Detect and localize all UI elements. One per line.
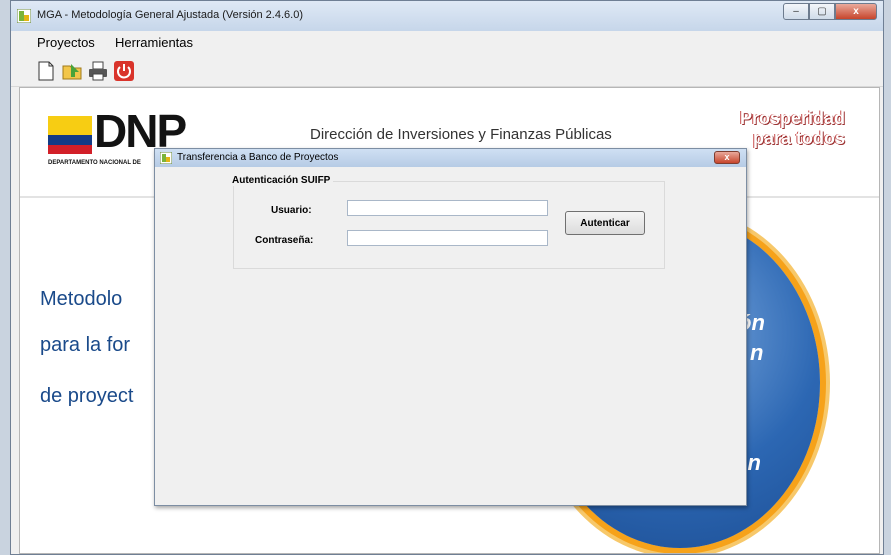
menu-herramientas[interactable]: Herramientas [115, 35, 193, 50]
dialog-close-button[interactable]: x [714, 151, 740, 164]
slogan-line2: para todos [752, 128, 845, 148]
circle-text-2: n [750, 340, 764, 365]
prosperidad-logo: Prosperidad para todos [727, 104, 857, 152]
heading-line-3: de proyect [40, 385, 134, 407]
minimize-button[interactable]: – [783, 3, 809, 20]
menu-bar: Proyectos Herramientas [11, 31, 883, 53]
directorate-title: Dirección de Inversiones y Finanzas Públ… [310, 126, 612, 143]
open-folder-icon[interactable] [61, 60, 83, 82]
window-controls: – ▢ x [783, 3, 877, 21]
user-label: Usuario: [271, 205, 312, 216]
slogan-line1: Prosperidad [739, 108, 845, 128]
window-title: MGA - Metodología General Ajustada (Vers… [37, 9, 303, 21]
colombia-flag-icon [48, 116, 92, 154]
dialog-title-bar[interactable]: Transferencia a Banco de Proyectos x [155, 149, 746, 167]
password-label: Contraseña: [255, 235, 314, 246]
dialog-app-icon [160, 152, 172, 164]
menu-proyectos[interactable]: Proyectos [37, 35, 95, 50]
title-bar[interactable]: MGA - Metodología General Ajustada (Vers… [11, 1, 883, 31]
user-input[interactable] [347, 200, 548, 216]
app-icon [17, 9, 31, 23]
new-document-icon[interactable] [35, 60, 57, 82]
password-input[interactable] [347, 230, 548, 246]
print-icon[interactable] [87, 60, 109, 82]
heading-line-1: Metodolo [40, 288, 123, 310]
maximize-button[interactable]: ▢ [809, 3, 835, 20]
authenticate-button[interactable]: Autenticar [565, 211, 645, 235]
transfer-dialog: Transferencia a Banco de Proyectos x Aut… [154, 148, 747, 506]
auth-group-label: Autenticación SUIFP [229, 175, 334, 186]
toolbar [11, 54, 883, 87]
power-exit-icon[interactable] [113, 60, 135, 82]
heading-line-2: para la for [40, 334, 131, 356]
dialog-title: Transferencia a Banco de Proyectos [177, 152, 339, 163]
close-button[interactable]: x [835, 3, 877, 20]
dnp-logo-subtitle: DEPARTAMENTO NACIONAL DE [48, 160, 141, 166]
